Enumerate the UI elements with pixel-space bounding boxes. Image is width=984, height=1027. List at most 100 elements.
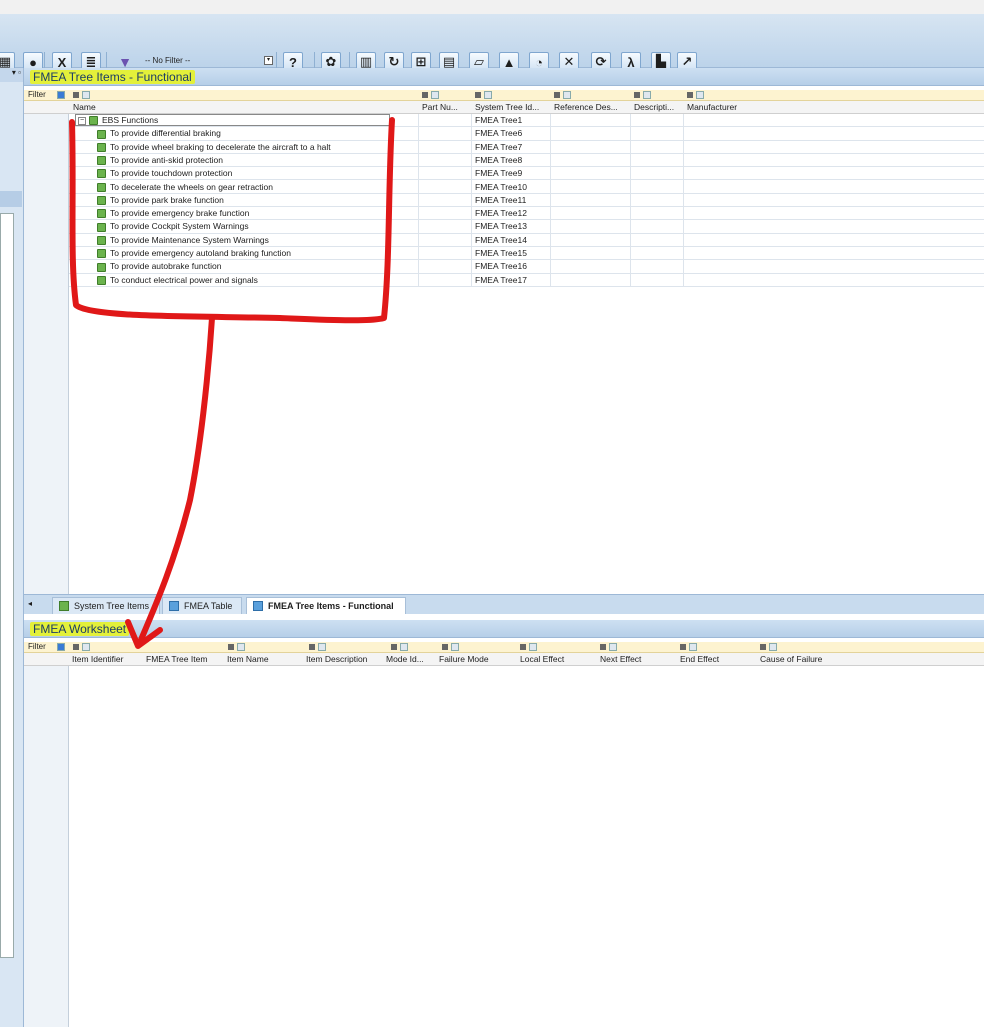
function-node-icon (97, 209, 106, 219)
filter-value-icon[interactable] (237, 643, 245, 651)
tree-item-name: To conduct electrical power and signals (110, 274, 258, 285)
column-header-item-description[interactable]: Item Description (306, 654, 382, 664)
column-header-failure-mode[interactable]: Failure Mode (439, 654, 515, 664)
pane-title: FMEA Worksheet (30, 621, 130, 636)
tree-item-name: To provide anti-skid protection (110, 154, 223, 165)
tree-row[interactable]: To provide autobrake function FMEA Tree16 (69, 260, 984, 274)
tree-item-name-cell: To provide autobrake function (97, 261, 427, 272)
filter-value-icon[interactable] (431, 91, 439, 99)
chevron-down-icon[interactable]: ▾ (264, 55, 273, 65)
filter-value-icon[interactable] (82, 643, 90, 651)
system-tree-id-cell: FMEA Tree17 (475, 274, 527, 285)
filter-operator-icon[interactable] (760, 644, 766, 650)
filter-operator-icon[interactable] (554, 92, 560, 98)
tree-item-name-cell: To conduct electrical power and signals (97, 275, 427, 285)
filter-operator-icon[interactable] (442, 644, 448, 650)
filter-operator-icon[interactable] (475, 92, 481, 98)
tree-row[interactable]: To provide wheel braking to decelerate t… (69, 141, 984, 154)
tree-row[interactable]: To provide Maintenance System Warnings FM… (69, 234, 984, 247)
column-divider (471, 114, 472, 287)
column-divider (683, 114, 684, 287)
filter-operator-icon[interactable] (687, 92, 693, 98)
column-header-part-number[interactable]: Part Nu... (422, 102, 472, 112)
filter-value-icon[interactable] (696, 91, 704, 99)
filter-operator-icon[interactable] (422, 92, 428, 98)
tab-scroll-left-icon[interactable]: ◂ (28, 599, 32, 608)
filter-operator-icon[interactable] (391, 644, 397, 650)
filter-value-icon[interactable] (400, 643, 408, 651)
filter-operator-icon[interactable] (73, 92, 79, 98)
filter-value-icon[interactable] (82, 91, 90, 99)
tree-item-name-cell: To provide emergency autoland braking fu… (97, 248, 427, 259)
filter-value-icon[interactable] (484, 91, 492, 99)
column-header-item-identifier[interactable]: Item Identifier (72, 654, 142, 664)
tree-icon (59, 601, 69, 611)
filter-operator-icon[interactable] (228, 644, 234, 650)
filter-label: Filter (28, 90, 46, 99)
filter-operator-icon[interactable] (634, 92, 640, 98)
filter-value-icon[interactable] (769, 643, 777, 651)
filter-value-icon[interactable] (318, 643, 326, 651)
tab-fmea-table[interactable]: FMEA Table (162, 597, 242, 614)
column-header-item-name[interactable]: Item Name (227, 654, 301, 664)
panel-pin-icon[interactable]: ▾ ▫ (0, 68, 23, 82)
save-filter-icon[interactable] (57, 91, 65, 99)
column-header-local-effect[interactable]: Local Effect (520, 654, 596, 664)
filter-operator-icon[interactable] (309, 644, 315, 650)
tree-item-name-cell: To provide touchdown protection (97, 168, 427, 179)
function-node-icon (97, 142, 106, 152)
filter-select-value: -- No Filter -- (145, 55, 191, 65)
function-node-icon (97, 235, 106, 245)
filter-row[interactable]: Filter (24, 642, 984, 653)
tree-item-name-cell: − EBS Functions (75, 114, 390, 127)
filter-operator-icon[interactable] (600, 644, 606, 650)
filter-value-icon[interactable] (643, 91, 651, 99)
function-node-icon (97, 262, 106, 272)
tree-row[interactable]: To provide anti-skid protection FMEA Tree… (69, 154, 984, 168)
filter-select[interactable]: -- No Filter -- ▾ (143, 52, 273, 68)
column-header-system-tree-id[interactable]: System Tree Id... (475, 102, 550, 112)
pane-title: FMEA Tree Items - Functional (30, 69, 195, 84)
column-header-reference-designator[interactable]: Reference Des... (554, 102, 630, 112)
column-header-mode-id[interactable]: Mode Id... (386, 654, 434, 664)
column-header-description[interactable]: Descripti... (634, 102, 684, 112)
tree-row[interactable]: To provide differential braking FMEA Tree… (69, 127, 984, 141)
tree-item-name-cell: To decelerate the wheels on gear retract… (97, 182, 427, 192)
tree-row[interactable]: To provide park brake function FMEA Tree1… (69, 194, 984, 208)
tree-row[interactable]: To provide emergency brake function FMEA … (69, 207, 984, 221)
filter-value-icon[interactable] (563, 91, 571, 99)
tree-items-grid: Filter Name Part Nu... System Tree Id...… (24, 90, 984, 594)
tree-row[interactable]: To conduct electrical power and signals F… (69, 274, 984, 287)
column-header-manufacturer[interactable]: Manufacturer (687, 102, 767, 112)
filter-operator-icon[interactable] (520, 644, 526, 650)
column-header-end-effect[interactable]: End Effect (680, 654, 756, 664)
tree-item-name: To provide Maintenance System Warnings (110, 234, 269, 245)
filter-value-icon[interactable] (609, 643, 617, 651)
tree-root-row[interactable]: − EBS Functions FMEA Tree1 (69, 114, 984, 128)
tree-row[interactable]: To provide emergency autoland braking fu… (69, 247, 984, 261)
left-panel-scrollbar[interactable] (0, 213, 14, 958)
column-header-cause-of-failure[interactable]: Cause of Failure (760, 654, 836, 664)
column-header-next-effect[interactable]: Next Effect (600, 654, 676, 664)
tree-item-name-cell: To provide emergency brake function (97, 208, 427, 219)
collapse-icon[interactable]: − (78, 116, 86, 125)
save-filter-icon[interactable] (57, 643, 65, 651)
filter-value-icon[interactable] (689, 643, 697, 651)
column-divider (630, 114, 631, 287)
tree-row[interactable]: To provide touchdown protection FMEA Tree… (69, 167, 984, 181)
row-header-column (24, 666, 69, 1027)
tab-system-tree-items[interactable]: System Tree Items (52, 597, 160, 614)
tree-row[interactable]: To provide Cockpit System Warnings FMEA T… (69, 220, 984, 234)
filter-operator-icon[interactable] (73, 644, 79, 650)
column-header-name[interactable]: Name (73, 102, 413, 112)
filter-value-icon[interactable] (529, 643, 537, 651)
tab-fmea-tree-items-functional[interactable]: FMEA Tree Items - Functional (246, 597, 406, 614)
filter-value-icon[interactable] (451, 643, 459, 651)
pane-header: FMEA Tree Items - Functional (24, 68, 984, 86)
tree-row[interactable]: To decelerate the wheels on gear retract… (69, 181, 984, 194)
column-header-fmea-tree-item[interactable]: FMEA Tree Item (146, 654, 222, 664)
tab-label: FMEA Table (184, 601, 233, 611)
filter-operator-icon[interactable] (680, 644, 686, 650)
column-divider (550, 114, 551, 287)
filter-row[interactable]: Filter (24, 90, 984, 101)
